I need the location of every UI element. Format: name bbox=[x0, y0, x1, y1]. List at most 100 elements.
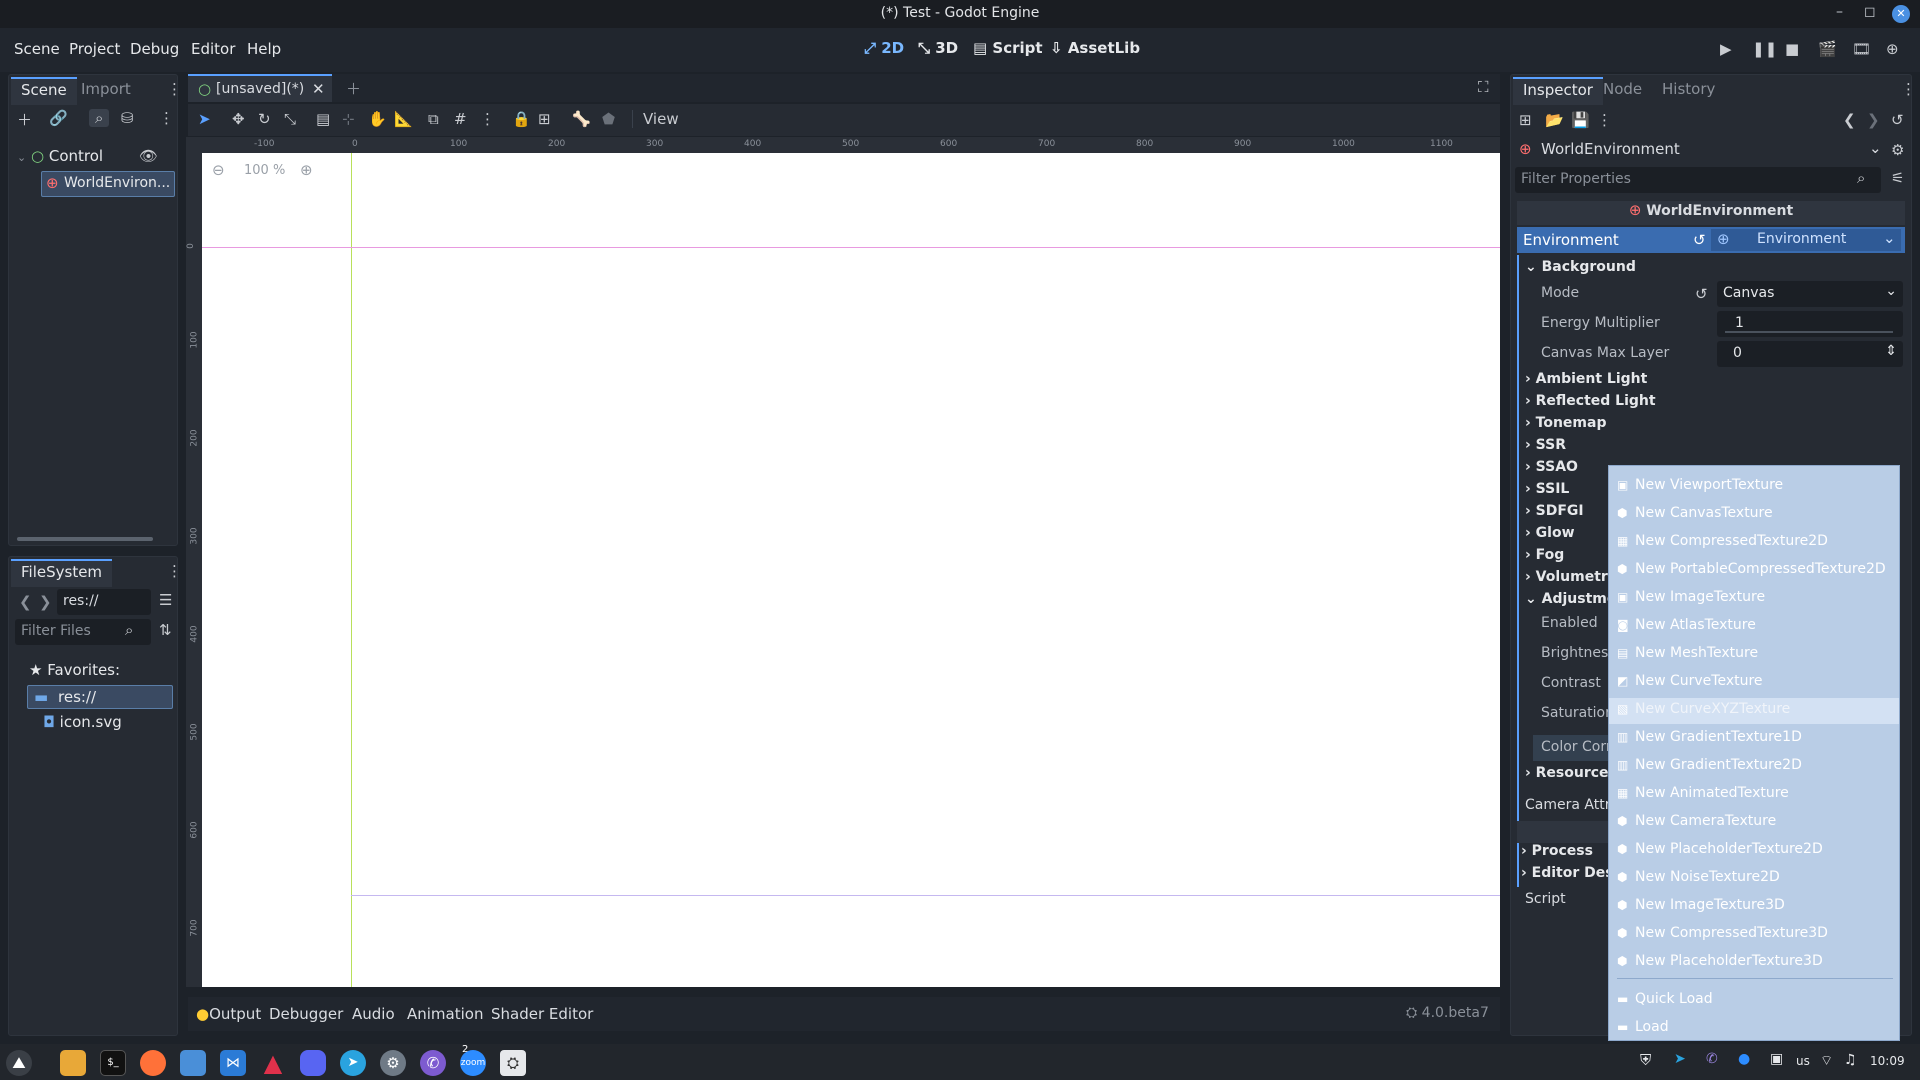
load-item[interactable]: ▬ Load bbox=[1617, 1016, 1893, 1042]
instance-icon[interactable]: ⛁ bbox=[121, 109, 134, 127]
popup-menu-item[interactable]: ⬢ New CanvasTexture bbox=[1617, 502, 1893, 528]
environment-property[interactable]: Environment ↺ ⊕ Environment ⌄ bbox=[1517, 227, 1905, 253]
section-sdfgi[interactable]: › SDFGI bbox=[1525, 503, 1584, 519]
quick-load-item[interactable]: ▬ Quick Load bbox=[1617, 988, 1893, 1014]
vscode-icon[interactable]: ⋈ bbox=[220, 1050, 246, 1076]
debugger-tab[interactable]: Debugger bbox=[269, 1005, 343, 1023]
scrollbar-h[interactable] bbox=[17, 537, 153, 541]
telegram-icon[interactable]: ➤ bbox=[340, 1050, 366, 1076]
spinner-icon[interactable]: ⇕ bbox=[1885, 343, 1897, 359]
workspace-2d[interactable]: ⤢ 2D bbox=[864, 39, 904, 57]
close-button[interactable]: ✕ bbox=[1892, 5, 1910, 23]
forward-icon[interactable]: ❯ bbox=[39, 593, 52, 611]
res-folder-item[interactable]: ▬ res:// bbox=[27, 685, 173, 709]
layout-icon[interactable]: ☰ bbox=[159, 591, 172, 609]
popup-menu-item[interactable]: ⬢ New CompressedTexture3D bbox=[1617, 922, 1893, 948]
tab-import[interactable]: Import bbox=[81, 80, 131, 98]
section-tonemap[interactable]: › Tonemap bbox=[1525, 415, 1606, 431]
favorites-item[interactable]: ★ Favorites: bbox=[29, 661, 120, 679]
wifi-icon[interactable]: ⌔ bbox=[1820, 1052, 1833, 1070]
app-icon[interactable] bbox=[180, 1050, 206, 1076]
sort-icon[interactable]: ⇅ bbox=[159, 621, 172, 639]
popup-menu-item[interactable]: ▦ New CompressedTexture2D bbox=[1617, 530, 1893, 556]
menu-icon[interactable]: ⋮ bbox=[159, 109, 174, 127]
search-icon[interactable]: ⌕ bbox=[89, 109, 110, 127]
workspace-assetlib[interactable]: ⇩ AssetLib bbox=[1050, 39, 1140, 57]
scene-tab[interactable]: ○ [unsaved](*) ✕ bbox=[188, 74, 332, 102]
pivot-tool-icon[interactable]: ⊹ bbox=[342, 110, 355, 128]
section-fog[interactable]: › Fog bbox=[1525, 547, 1564, 563]
play-icon[interactable]: ▶ bbox=[1720, 40, 1732, 58]
menu-debug[interactable]: Debug bbox=[130, 40, 179, 58]
list-select-icon[interactable]: ▤ bbox=[316, 110, 330, 128]
tab-filesystem[interactable]: FileSystem bbox=[11, 559, 113, 587]
history-forward-icon[interactable]: ❯ bbox=[1867, 111, 1880, 129]
play-custom-icon[interactable]: 🎞 bbox=[1852, 40, 1871, 58]
workspace-3d[interactable]: ⤡ 3D bbox=[918, 39, 958, 57]
menu-scene[interactable]: Scene bbox=[14, 40, 60, 58]
clock[interactable]: 10:09 bbox=[1870, 1054, 1905, 1068]
zoom-in-icon[interactable]: ⊕ bbox=[300, 161, 313, 179]
path-field[interactable]: res:// bbox=[57, 589, 151, 615]
section-ssil[interactable]: › SSIL bbox=[1525, 481, 1569, 497]
section-ssao[interactable]: › SSAO bbox=[1525, 459, 1578, 475]
output-tab[interactable]: ●Output bbox=[196, 1005, 261, 1023]
open-folder-icon[interactable]: 📂 bbox=[1545, 111, 1564, 129]
animation-tab[interactable]: Animation bbox=[407, 1005, 483, 1023]
color-correction-row[interactable]: Color Corr bbox=[1533, 735, 1613, 761]
object-selector[interactable]: ⊕ WorldEnvironment ⌄ bbox=[1517, 137, 1889, 163]
viber-icon[interactable]: ✆ bbox=[420, 1050, 446, 1076]
menu-help[interactable]: Help bbox=[247, 40, 281, 58]
pause-icon[interactable]: ❚❚ bbox=[1752, 40, 1777, 58]
smart-snap-icon[interactable]: ⧉ bbox=[428, 110, 439, 128]
viber-tray-icon[interactable]: ✆ bbox=[1706, 1051, 1718, 1067]
snap-options-icon[interactable]: ⋮ bbox=[480, 110, 495, 128]
clipboard-tray-icon[interactable]: ▣ bbox=[1770, 1051, 1783, 1067]
select-tool-icon[interactable]: ➤ bbox=[198, 110, 211, 128]
stop-icon[interactable]: ■ bbox=[1785, 40, 1799, 58]
minimize-button[interactable]: – bbox=[1836, 4, 1843, 20]
environment-resource-picker[interactable]: ⊕ Environment ⌄ bbox=[1711, 229, 1901, 251]
popup-menu-item[interactable]: ▦ New AnimatedTexture bbox=[1617, 782, 1893, 808]
popup-menu-item[interactable]: ◙ New AtlasTexture bbox=[1617, 614, 1893, 640]
revert-icon[interactable]: ↺ bbox=[1693, 231, 1706, 249]
popup-menu-item[interactable]: ⬢ New PlaceholderTexture2D bbox=[1617, 838, 1893, 864]
popup-menu-item[interactable]: ⬢ New ImageTexture3D bbox=[1617, 894, 1893, 920]
maximize-button[interactable]: ◻ bbox=[1864, 4, 1876, 20]
section-glow[interactable]: › Glow bbox=[1525, 525, 1575, 541]
godot-app-icon[interactable]: ⛭ bbox=[500, 1050, 526, 1076]
zoom-out-icon[interactable]: ⊖ bbox=[212, 161, 225, 179]
filter-properties-input[interactable]: Filter Properties bbox=[1515, 167, 1881, 193]
new-tab-icon[interactable]: ＋ bbox=[346, 78, 361, 99]
popup-menu-item[interactable]: ⬢ New PlaceholderTexture3D bbox=[1617, 950, 1893, 976]
section-reflected-light[interactable]: › Reflected Light bbox=[1525, 393, 1656, 409]
discord-icon[interactable] bbox=[300, 1050, 326, 1076]
visibility-eye-icon[interactable]: 👁 bbox=[139, 147, 158, 165]
tree-item-worldenvironment[interactable]: ⊕ WorldEnviron... bbox=[41, 171, 175, 197]
terminal-icon[interactable]: $_ bbox=[100, 1050, 126, 1076]
more-icon[interactable]: ⋮ bbox=[1901, 80, 1916, 98]
popup-menu-item[interactable]: ⬢ New PortableCompressedTexture2D bbox=[1617, 558, 1893, 584]
section-ssr[interactable]: › SSR bbox=[1525, 437, 1566, 453]
tools-icon[interactable]: ⚙ bbox=[1891, 141, 1904, 159]
shape-icon[interactable]: ⬟ bbox=[602, 110, 615, 128]
keyboard-layout[interactable]: us bbox=[1796, 1054, 1810, 1068]
tab-inspector[interactable]: Inspector bbox=[1513, 77, 1603, 105]
popup-menu-item[interactable]: ⬢ New NoiseTexture2D bbox=[1617, 866, 1893, 892]
volume-icon[interactable]: ♫ bbox=[1844, 1052, 1857, 1068]
more-icon[interactable]: ⋮ bbox=[167, 80, 182, 98]
zoom-level[interactable]: 100 % bbox=[244, 163, 285, 178]
launcher-icon[interactable]: ⛰ bbox=[6, 1050, 32, 1076]
scale-tool-icon[interactable]: ⤡ bbox=[284, 110, 296, 128]
tree-item-control[interactable]: ⌄ ○ Control bbox=[17, 147, 103, 165]
play-scene-icon[interactable]: 🎬 bbox=[1818, 40, 1837, 58]
section-background[interactable]: ⌄ Background bbox=[1525, 259, 1636, 275]
mode-select[interactable]: Canvas ⌄ bbox=[1717, 281, 1903, 307]
ruler-tool-icon[interactable]: 📐 bbox=[394, 110, 413, 128]
firefox-icon[interactable] bbox=[140, 1050, 166, 1076]
more-icon[interactable]: ⋮ bbox=[167, 562, 182, 580]
files-icon[interactable] bbox=[60, 1050, 86, 1076]
settings-icon[interactable]: ⚙ bbox=[380, 1050, 406, 1076]
group-icon[interactable]: ⊞ bbox=[538, 110, 551, 128]
save-icon[interactable]: 💾 bbox=[1571, 111, 1590, 129]
